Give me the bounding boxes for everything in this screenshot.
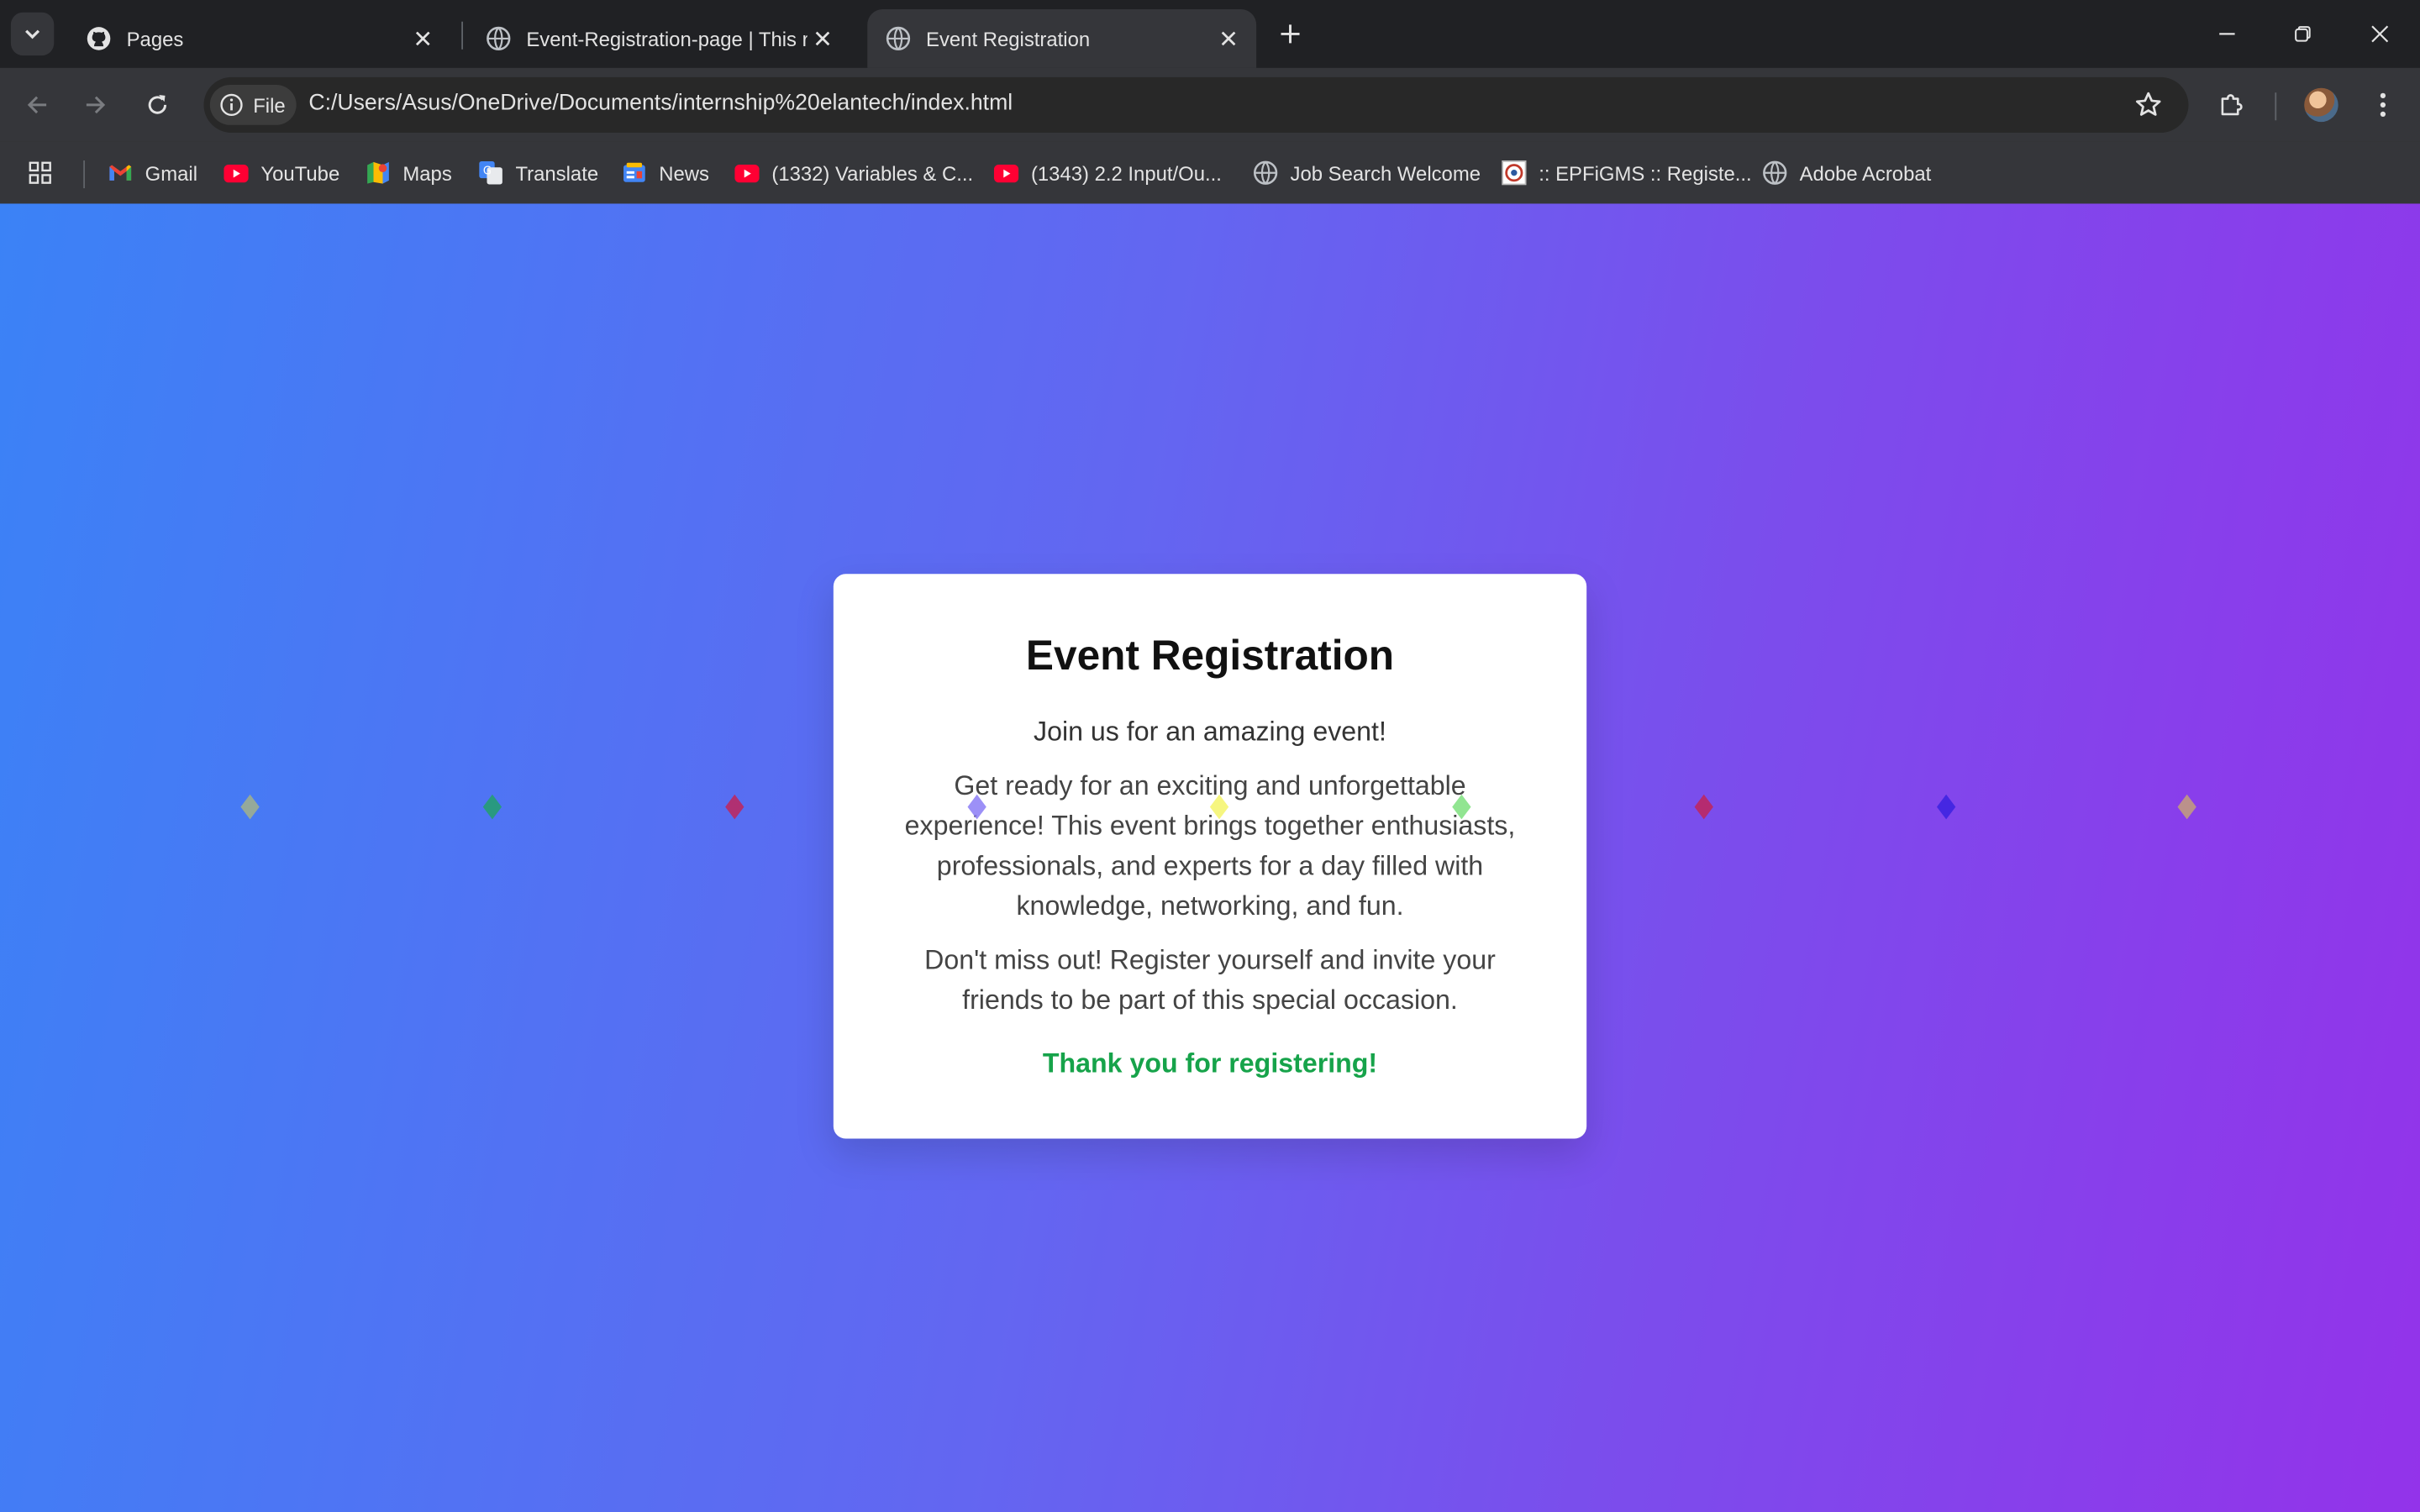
avatar xyxy=(2304,87,2338,123)
address-bar[interactable]: File C:/Users/Asus/OneDrive/Documents/in… xyxy=(203,76,2189,133)
bookmarks-divider xyxy=(83,160,86,189)
bookmark-label: Gmail xyxy=(145,160,198,185)
site-info-chip[interactable]: File xyxy=(209,85,297,125)
globe-icon xyxy=(1763,160,1787,185)
bookmark-label: (1332) Variables & C... xyxy=(771,160,974,185)
bookmark-news[interactable]: News xyxy=(622,155,709,192)
confetti-piece xyxy=(1936,794,1956,820)
bookmark-label: Adobe Acrobat xyxy=(1799,160,1932,185)
tab-title: Event-Registration-page | This r xyxy=(526,27,808,50)
bookmark-label: Maps xyxy=(402,160,452,185)
minimize-button[interactable] xyxy=(2190,0,2264,68)
tab-strip: Pages Event-Registration-page | This r E… xyxy=(0,0,2420,68)
tab-event-registration-page[interactable]: Event-Registration-page | This r xyxy=(468,9,851,68)
back-button[interactable] xyxy=(15,83,58,126)
site-chip-label: File xyxy=(253,93,286,117)
thank-you-message: Thank you for registering! xyxy=(1042,1047,1378,1079)
bookmark-gmail[interactable]: Gmail xyxy=(108,155,197,192)
close-icon xyxy=(2371,25,2389,43)
tab-divider xyxy=(461,21,464,50)
bookmark-star-icon[interactable] xyxy=(2133,90,2164,121)
bookmark-label: Translate xyxy=(515,160,599,185)
page-title: Event Registration xyxy=(1025,633,1395,680)
menu-button[interactable] xyxy=(2361,83,2404,126)
tab-title: Event Registration xyxy=(926,27,1091,50)
maps-icon xyxy=(366,160,390,185)
bookmark-translate[interactable]: G Translate xyxy=(478,155,598,192)
puzzle-icon xyxy=(2221,94,2243,116)
epfigms-icon xyxy=(1502,160,1527,186)
youtube-icon xyxy=(993,160,1019,185)
forward-button[interactable] xyxy=(74,83,117,126)
apps-button[interactable] xyxy=(28,155,65,192)
globe-icon xyxy=(886,26,911,51)
bookmarks-bar: Gmail YouTube Maps G Translate News (133… xyxy=(0,141,2420,206)
new-tab-button[interactable] xyxy=(1271,15,1308,52)
bookmark-youtube[interactable]: YouTube xyxy=(224,155,339,192)
arrow-left-icon xyxy=(27,96,47,114)
bookmark-epfigms[interactable]: :: EPFiGMS :: Registe... xyxy=(1502,155,1752,192)
restore-icon xyxy=(2295,26,2311,42)
github-icon xyxy=(87,26,111,50)
kebab-menu-icon xyxy=(2380,92,2386,118)
bookmark-variables-video[interactable]: (1332) Variables & C... xyxy=(734,155,973,192)
globe-icon xyxy=(487,26,511,51)
reload-button[interactable] xyxy=(136,83,179,126)
restore-button[interactable] xyxy=(2265,0,2339,68)
bookmark-label: :: EPFiGMS :: Registe... xyxy=(1539,160,1752,185)
close-window-button[interactable] xyxy=(2343,0,2417,68)
description-text: Get ready for an exciting and unforgetta… xyxy=(904,769,1516,921)
tab-event-registration[interactable]: Event Registration xyxy=(867,9,1257,68)
bookmark-adobe-acrobat[interactable]: Adobe Acrobat xyxy=(1763,155,1932,192)
news-icon xyxy=(622,160,646,185)
globe-icon xyxy=(1253,160,1278,185)
bookmark-label: News xyxy=(659,160,710,185)
confetti-piece xyxy=(482,794,502,820)
invite-text: Don't miss out! Register yourself and in… xyxy=(924,944,1496,1016)
url-text[interactable]: C:/Users/Asus/OneDrive/Documents/interns… xyxy=(308,91,1013,115)
confetti-piece xyxy=(1694,794,1713,820)
svg-text:G: G xyxy=(483,165,492,178)
bookmark-job-search[interactable]: Job Search Welcome xyxy=(1253,155,1481,192)
bookmark-input-output-video[interactable]: (1343) 2.2 Input/Ou... xyxy=(993,155,1222,192)
toolbar-divider xyxy=(2275,92,2277,121)
extensions-button[interactable] xyxy=(2210,83,2253,126)
registration-card: Event Registration Join us for an amazin… xyxy=(833,574,1587,1139)
plus-icon xyxy=(1281,24,1300,44)
youtube-icon xyxy=(734,160,760,185)
bookmark-label: Job Search Welcome xyxy=(1290,160,1481,185)
bookmark-label: (1343) 2.2 Input/Ou... xyxy=(1030,160,1222,185)
confetti-piece xyxy=(2177,794,2196,820)
tab-search-button[interactable] xyxy=(10,12,55,56)
profile-button[interactable] xyxy=(2300,83,2343,126)
arrow-right-icon xyxy=(86,96,106,114)
info-icon xyxy=(219,92,244,117)
close-icon[interactable] xyxy=(1213,24,1244,55)
minimize-icon xyxy=(2219,33,2235,35)
youtube-icon xyxy=(224,160,249,185)
page-viewport: Event Registration Join us for an amazin… xyxy=(0,203,2420,1512)
bookmark-label: YouTube xyxy=(260,160,340,185)
browser-toolbar: File C:/Users/Asus/OneDrive/Documents/in… xyxy=(0,67,2420,142)
apps-grid-icon xyxy=(28,160,52,185)
chevron-down-icon xyxy=(25,29,40,39)
bookmark-maps[interactable]: Maps xyxy=(366,155,452,192)
gmail-icon xyxy=(108,160,133,185)
close-icon[interactable] xyxy=(808,24,839,55)
confetti-piece xyxy=(725,794,744,820)
tab-title: Pages xyxy=(126,27,184,50)
intro-text: Join us for an amazing event! xyxy=(1034,716,1386,747)
translate-icon: G xyxy=(478,160,502,185)
confetti-piece xyxy=(240,794,260,820)
close-icon[interactable] xyxy=(408,24,439,55)
reload-icon xyxy=(148,94,167,114)
tab-pages[interactable]: Pages xyxy=(68,9,451,68)
